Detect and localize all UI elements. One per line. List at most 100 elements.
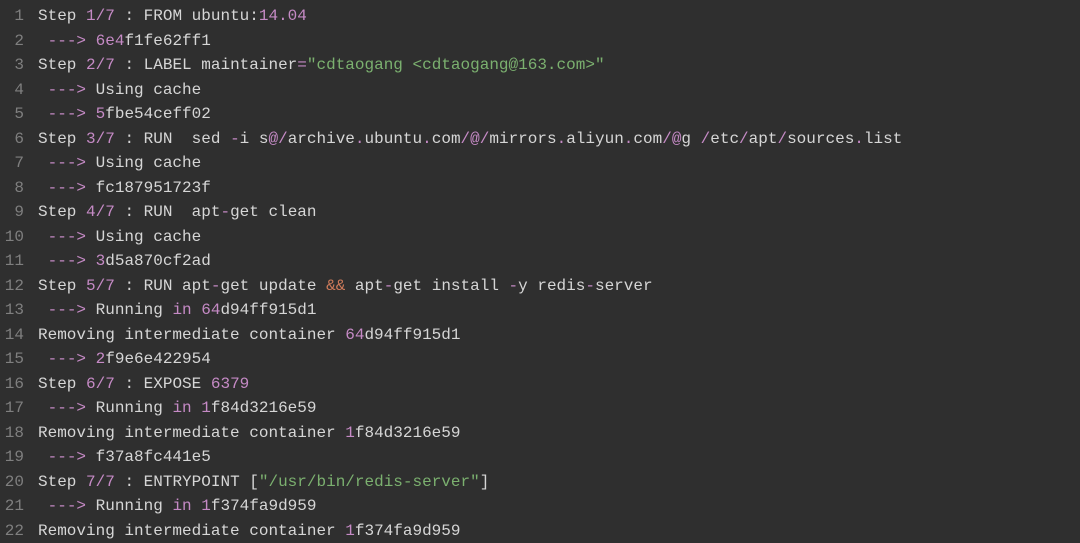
code-token: = <box>297 56 307 74</box>
code-token: 4 <box>86 203 96 221</box>
code-token: Step <box>38 203 86 221</box>
code-token: Using cache <box>86 228 201 246</box>
line-number: 11 <box>4 249 24 274</box>
line-number: 22 <box>4 519 24 543</box>
code-token: Step <box>38 130 86 148</box>
code-content[interactable]: Step 1/7 : FROM ubuntu:14.04 ---> 6e4f1f… <box>34 0 1080 543</box>
code-token: - <box>509 277 519 295</box>
code-token <box>86 105 96 123</box>
code-token: Removing intermediate container <box>38 522 345 540</box>
code-token: 7 <box>105 203 115 221</box>
code-line: Step 4/7 : RUN apt-get clean <box>38 200 1080 225</box>
line-number-gutter: 12345678910111213141516171819202122 <box>0 0 34 543</box>
code-token: / <box>96 56 106 74</box>
code-token <box>38 179 48 197</box>
code-token: ---> <box>48 105 86 123</box>
code-token: / <box>96 203 106 221</box>
code-token: 14.04 <box>259 7 307 25</box>
code-token: 5 <box>96 105 106 123</box>
line-number: 21 <box>4 494 24 519</box>
code-token <box>192 497 202 515</box>
code-token <box>86 350 96 368</box>
line-number: 8 <box>4 176 24 201</box>
line-number: 4 <box>4 78 24 103</box>
code-token: get update <box>220 277 326 295</box>
code-token: get install <box>393 277 508 295</box>
code-token: / <box>739 130 749 148</box>
code-token: ---> <box>48 154 86 172</box>
code-token: : FROM ubuntu: <box>115 7 259 25</box>
code-token: . <box>557 130 567 148</box>
code-token: @/ <box>268 130 287 148</box>
code-token: apt <box>749 130 778 148</box>
code-token: /@ <box>662 130 681 148</box>
code-token: Step <box>38 277 86 295</box>
code-token: in <box>172 497 191 515</box>
code-token: /@/ <box>461 130 490 148</box>
code-token: 7 <box>105 277 115 295</box>
code-token: 6 <box>86 375 96 393</box>
code-token: f84d3216e59 <box>355 424 461 442</box>
code-token: ---> <box>48 179 86 197</box>
line-number: 5 <box>4 102 24 127</box>
code-token: list <box>864 130 902 148</box>
code-token: - <box>384 277 394 295</box>
code-token: 1 <box>201 497 211 515</box>
code-token: f84d3216e59 <box>211 399 317 417</box>
code-token: ] <box>480 473 490 491</box>
code-token: ---> <box>48 81 86 99</box>
line-number: 16 <box>4 372 24 397</box>
code-token: Running <box>86 399 172 417</box>
code-line: ---> Using cache <box>38 78 1080 103</box>
code-token: / <box>96 473 106 491</box>
code-token: 6379 <box>211 375 249 393</box>
line-number: 1 <box>4 4 24 29</box>
code-token: y redis <box>518 277 585 295</box>
code-token: . <box>624 130 634 148</box>
code-line: Step 3/7 : RUN sed -i s@/archive.ubuntu.… <box>38 127 1080 152</box>
code-line: Step 6/7 : EXPOSE 6379 <box>38 372 1080 397</box>
code-token: / <box>96 7 106 25</box>
code-token: 64 <box>201 301 220 319</box>
code-token <box>38 81 48 99</box>
code-token: : RUN sed <box>115 130 230 148</box>
code-token: i s <box>240 130 269 148</box>
code-line: ---> 3d5a870cf2ad <box>38 249 1080 274</box>
code-line: Step 2/7 : LABEL maintainer="cdtaogang <… <box>38 53 1080 78</box>
code-line: Removing intermediate container 64d94ff9… <box>38 323 1080 348</box>
code-token: Running <box>86 301 172 319</box>
code-token: f374fa9d959 <box>211 497 317 515</box>
code-token: - <box>220 203 230 221</box>
line-number: 18 <box>4 421 24 446</box>
code-token: : EXPOSE <box>115 375 211 393</box>
code-line: ---> Using cache <box>38 151 1080 176</box>
code-token: Running <box>86 497 172 515</box>
code-token: : RUN apt <box>115 277 211 295</box>
code-token: f37a8fc441e5 <box>86 448 211 466</box>
code-token: : RUN apt <box>115 203 221 221</box>
code-line: Step 1/7 : FROM ubuntu:14.04 <box>38 4 1080 29</box>
code-token <box>86 252 96 270</box>
line-number: 12 <box>4 274 24 299</box>
code-token: com <box>432 130 461 148</box>
code-token: 7 <box>86 473 96 491</box>
code-token: 7 <box>105 7 115 25</box>
line-number: 14 <box>4 323 24 348</box>
code-line: ---> f37a8fc441e5 <box>38 445 1080 470</box>
code-token: 5 <box>86 277 96 295</box>
code-token: f9e6e422954 <box>105 350 211 368</box>
code-token: / <box>777 130 787 148</box>
code-token: / <box>96 375 106 393</box>
line-number: 13 <box>4 298 24 323</box>
code-token: 1 <box>345 424 355 442</box>
code-token: f374fa9d959 <box>355 522 461 540</box>
code-token: sources <box>787 130 854 148</box>
code-token: && <box>326 277 345 295</box>
code-line: ---> Running in 64d94ff915d1 <box>38 298 1080 323</box>
code-token: Step <box>38 56 86 74</box>
code-token: f1fe62ff1 <box>124 32 210 50</box>
code-token: Removing intermediate container <box>38 326 345 344</box>
code-token: in <box>172 301 191 319</box>
code-token: / <box>701 130 711 148</box>
code-token <box>38 105 48 123</box>
